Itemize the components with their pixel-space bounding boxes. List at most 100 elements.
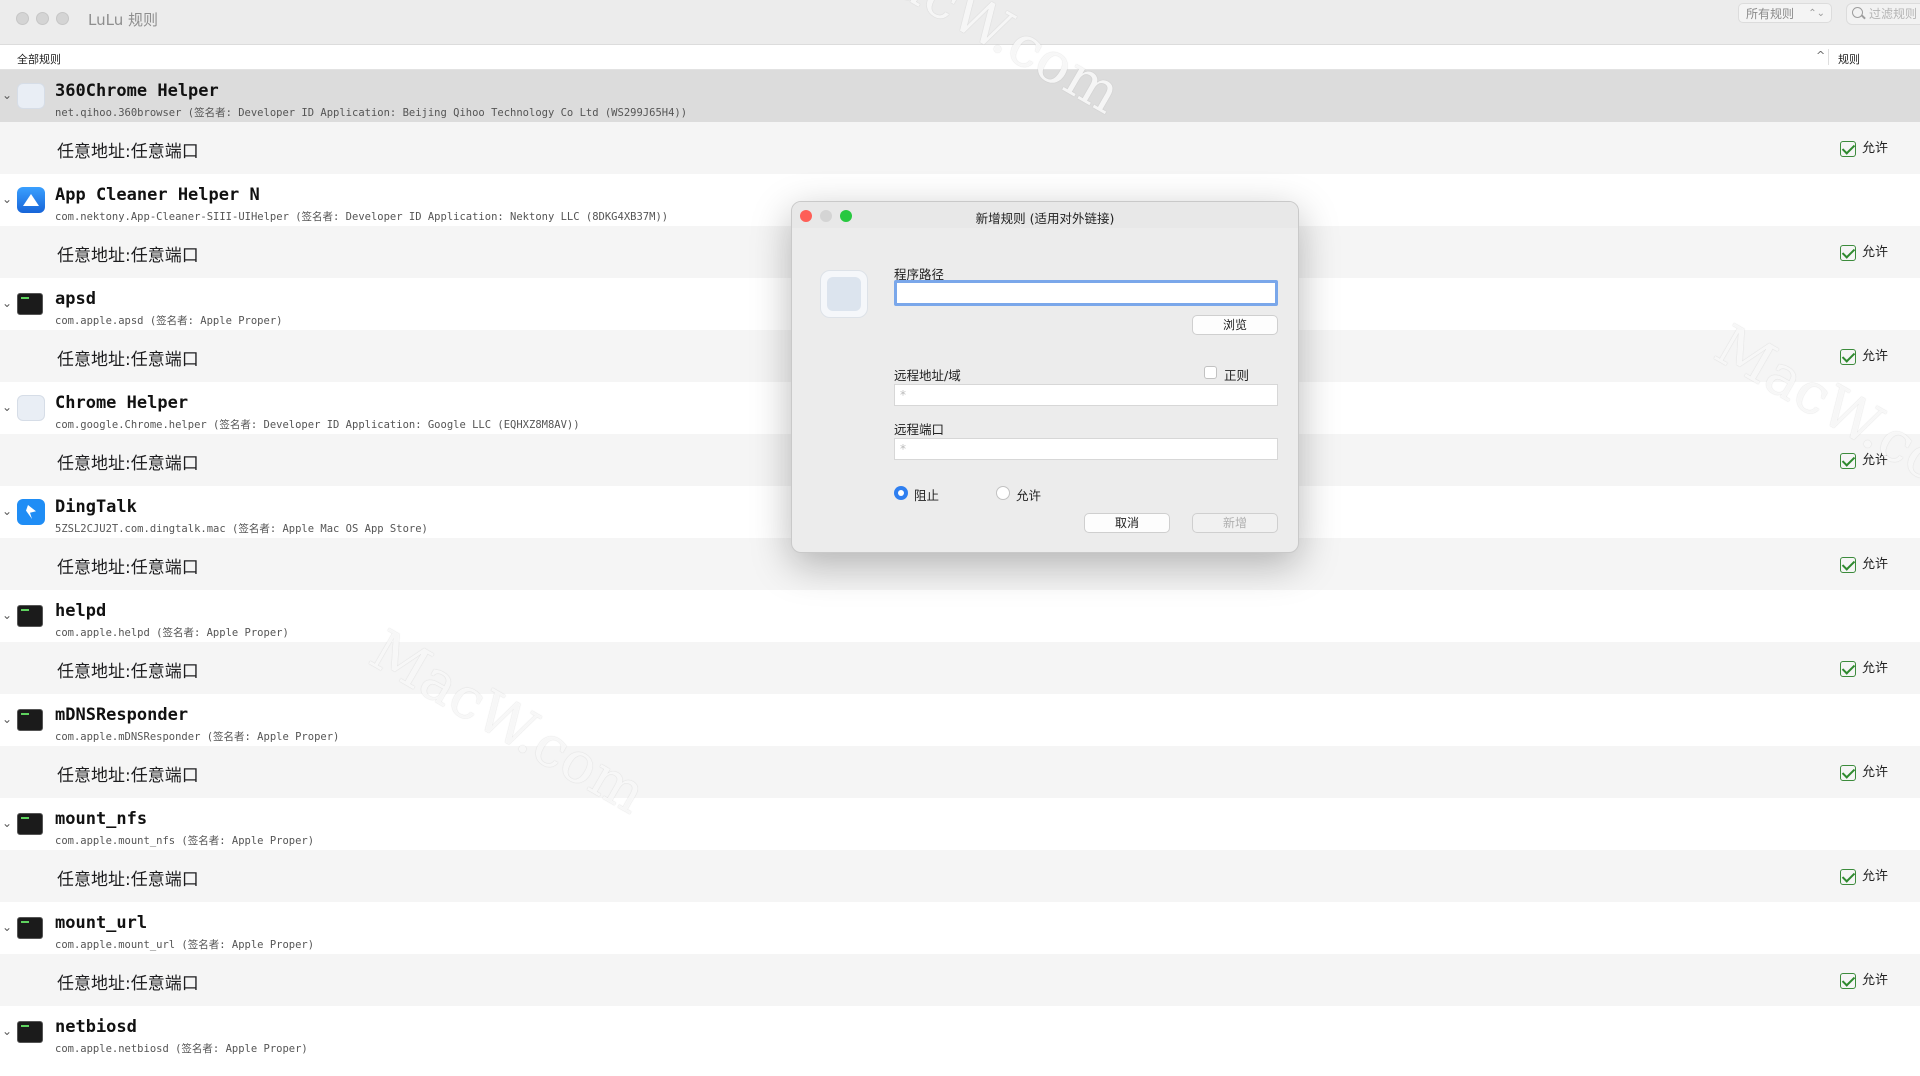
- rule-endpoint: 任意地址:任意端口: [57, 142, 199, 162]
- app-name: mDNSResponder: [55, 705, 189, 725]
- app-name: netbiosd: [55, 1017, 137, 1037]
- search-icon: [1852, 7, 1863, 18]
- allow-label: 允许: [1016, 488, 1042, 503]
- rule-action-label: 允许: [1862, 557, 1889, 572]
- app-name: helpd: [55, 601, 107, 621]
- rule-action-label: 允许: [1862, 349, 1889, 364]
- terminal-icon: [17, 605, 43, 627]
- add-button[interactable]: 新增: [1192, 513, 1278, 533]
- disclosure-chevron-icon[interactable]: ⌄: [2, 296, 12, 310]
- rule-row[interactable]: 任意地址:任意端口 允许: [0, 850, 1920, 902]
- app-name: 360Chrome Helper: [55, 81, 219, 101]
- rule-endpoint: 任意地址:任意端口: [57, 558, 199, 578]
- column-all-rules[interactable]: 全部规则: [17, 51, 61, 67]
- disclosure-chevron-icon[interactable]: ⌄: [2, 816, 12, 830]
- rule-endpoint: 任意地址:任意端口: [57, 454, 199, 474]
- allow-check-icon: [1840, 972, 1856, 989]
- zoom-window-button[interactable]: [56, 12, 69, 25]
- column-separator: [1828, 49, 1829, 65]
- rule-action[interactable]: 允许: [1840, 657, 1888, 677]
- rule-action-label: 允许: [1862, 245, 1889, 260]
- regex-checkbox[interactable]: [1204, 366, 1217, 379]
- rule-action-label: 允许: [1862, 973, 1889, 988]
- column-rule[interactable]: 规则: [1838, 51, 1860, 67]
- close-window-button[interactable]: [16, 12, 29, 25]
- placeholder-app-icon: [17, 395, 45, 421]
- app-signature: com.nektony.App-Cleaner-SIII-UIHelper (签…: [55, 211, 669, 223]
- rule-action[interactable]: 允许: [1840, 553, 1888, 573]
- rule-action[interactable]: 允许: [1840, 137, 1888, 157]
- disclosure-chevron-icon[interactable]: ⌄: [2, 608, 12, 622]
- app-cleaner-icon: [17, 187, 45, 213]
- terminal-icon: [17, 917, 43, 939]
- rule-filter-select[interactable]: 所有规则 ⌃⌄: [1738, 3, 1832, 23]
- sort-chevron-icon[interactable]: ^: [1816, 49, 1825, 62]
- rule-endpoint: 任意地址:任意端口: [57, 350, 199, 370]
- app-signature: com.apple.mount_url (签名者: Apple Proper): [55, 939, 315, 951]
- app-name: apsd: [55, 289, 96, 309]
- column-header: 全部规则 ^ 规则: [0, 45, 1920, 70]
- app-signature: com.apple.mount_nfs (签名者: Apple Proper): [55, 835, 315, 847]
- terminal-icon: [17, 813, 43, 835]
- cancel-button[interactable]: 取消: [1084, 513, 1170, 533]
- search-placeholder: 过滤规则: [1869, 7, 1918, 21]
- path-input[interactable]: [894, 280, 1278, 306]
- browse-button[interactable]: 浏览: [1192, 315, 1278, 335]
- rule-action[interactable]: 允许: [1840, 241, 1888, 261]
- rule-endpoint: 任意地址:任意端口: [57, 246, 199, 266]
- terminal-icon: [17, 709, 43, 731]
- app-row[interactable]: ⌄ mount_url com.apple.mount_url (签名者: Appl…: [0, 902, 1920, 954]
- app-row[interactable]: ⌄ mount_nfs com.apple.mount_nfs (签名者: Appl…: [0, 798, 1920, 850]
- program-placeholder-icon: [820, 270, 868, 318]
- disclosure-chevron-icon[interactable]: ⌄: [2, 400, 12, 414]
- app-signature: com.apple.mDNSResponder (签名者: Apple Prop…: [55, 731, 340, 743]
- disclosure-chevron-icon[interactable]: ⌄: [2, 504, 12, 518]
- app-row[interactable]: ⌄ mDNSResponder com.apple.mDNSResponder (签…: [0, 694, 1920, 746]
- rule-action-label: 允许: [1862, 661, 1889, 676]
- remote-port-label: 远程端口: [894, 422, 945, 437]
- rule-action-label: 允许: [1862, 869, 1889, 884]
- app-signature: com.apple.apsd (签名者: Apple Proper): [55, 315, 283, 327]
- disclosure-chevron-icon[interactable]: ⌄: [2, 712, 12, 726]
- allow-check-icon: [1840, 556, 1856, 573]
- allow-check-icon: [1840, 868, 1856, 885]
- rule-endpoint: 任意地址:任意端口: [57, 870, 199, 890]
- disclosure-chevron-icon[interactable]: ⌄: [2, 88, 12, 102]
- disclosure-chevron-icon[interactable]: ⌄: [2, 192, 12, 206]
- window-title: LuLu 规则: [88, 11, 158, 29]
- rule-row[interactable]: 任意地址:任意端口 允许: [0, 122, 1920, 174]
- regex-label: 正则: [1224, 368, 1250, 383]
- app-row[interactable]: ⌄ netbiosd com.apple.netbiosd (签名者: Apple …: [0, 1006, 1920, 1058]
- terminal-icon: [17, 1021, 43, 1043]
- remote-address-input[interactable]: *: [894, 384, 1278, 406]
- rule-row[interactable]: 任意地址:任意端口 允许: [0, 954, 1920, 1006]
- app-name: mount_url: [55, 913, 148, 933]
- app-row[interactable]: ⌄ 360Chrome Helper net.qihoo.360browser (签…: [0, 70, 1920, 122]
- block-radio[interactable]: [894, 486, 908, 500]
- rule-action[interactable]: 允许: [1840, 345, 1888, 365]
- rule-action[interactable]: 允许: [1840, 865, 1888, 885]
- allow-radio[interactable]: [996, 486, 1010, 500]
- dingtalk-icon: [17, 499, 45, 525]
- minimize-window-button[interactable]: [36, 12, 49, 25]
- rule-action[interactable]: 允许: [1840, 969, 1888, 989]
- search-input[interactable]: 过滤规则: [1846, 3, 1920, 25]
- remote-port-input[interactable]: *: [894, 438, 1278, 460]
- rule-row[interactable]: 任意地址:任意端口 允许: [0, 642, 1920, 694]
- app-signature: com.apple.helpd (签名者: Apple Proper): [55, 627, 289, 639]
- app-signature: com.apple.netbiosd (签名者: Apple Proper): [55, 1043, 308, 1055]
- rule-row[interactable]: 任意地址:任意端口 允许: [0, 746, 1920, 798]
- app-name: Chrome Helper: [55, 393, 189, 413]
- rule-endpoint: 任意地址:任意端口: [57, 974, 199, 994]
- app-name: DingTalk: [55, 497, 137, 517]
- rule-action[interactable]: 允许: [1840, 761, 1888, 781]
- dialog-titlebar: 新增规则 (适用对外链接): [792, 202, 1298, 228]
- app-signature: net.qihoo.360browser (签名者: Developer ID …: [55, 107, 688, 119]
- disclosure-chevron-icon[interactable]: ⌄: [2, 1024, 12, 1038]
- placeholder-app-icon: [17, 83, 45, 109]
- app-row[interactable]: ⌄ helpd com.apple.helpd (签名者: Apple Proper…: [0, 590, 1920, 642]
- app-signature: 5ZSL2CJU2T.com.dingtalk.mac (签名者: Apple …: [55, 523, 428, 535]
- block-label: 阻止: [914, 488, 940, 503]
- allow-check-icon: [1840, 764, 1856, 781]
- disclosure-chevron-icon[interactable]: ⌄: [2, 920, 12, 934]
